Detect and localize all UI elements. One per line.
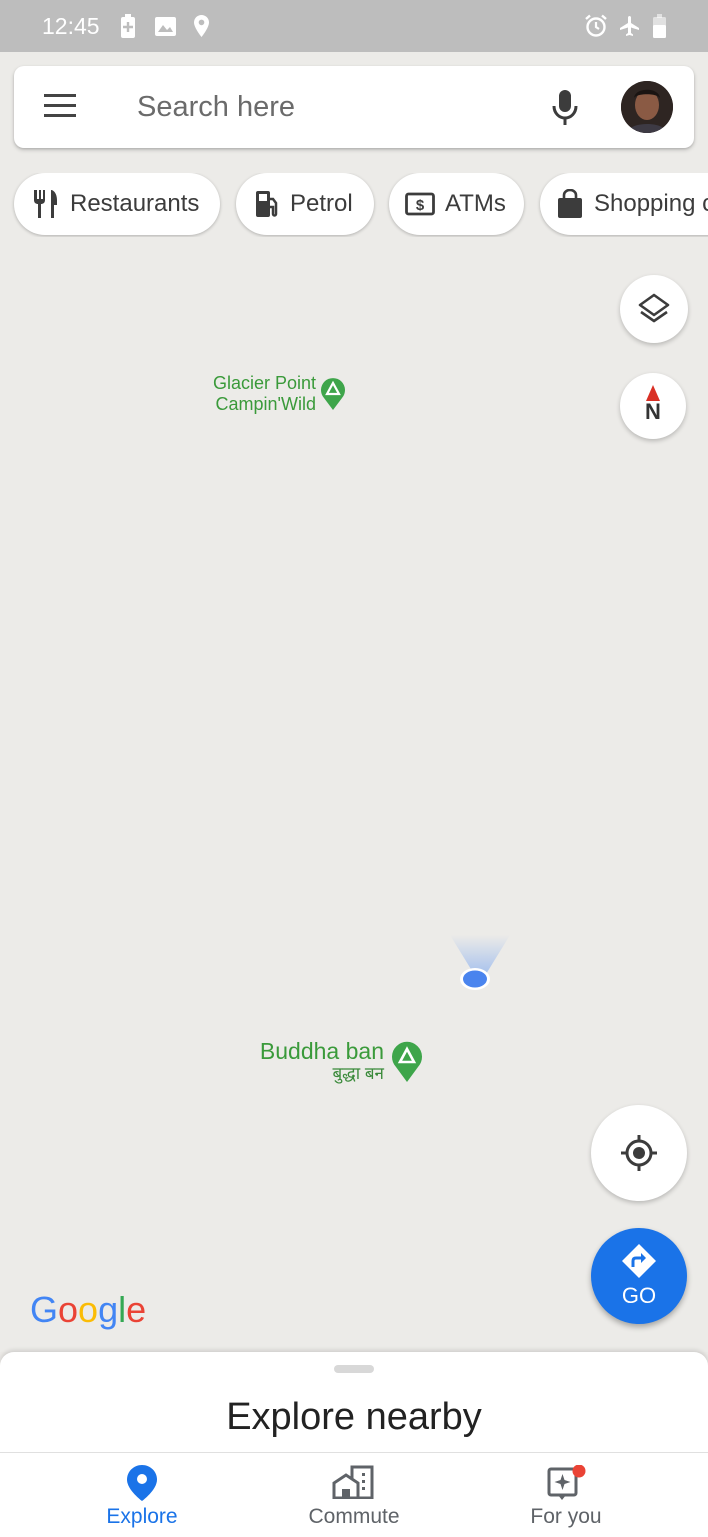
go-button[interactable]: GO	[591, 1228, 687, 1324]
mic-icon[interactable]	[548, 88, 582, 128]
sheet-handle[interactable]	[334, 1365, 374, 1373]
chip-label: Petrol	[290, 190, 353, 217]
tab-explore[interactable]: Explore	[24, 1453, 260, 1537]
chip-label: Restaurants	[70, 190, 200, 217]
account-avatar[interactable]	[621, 81, 673, 133]
location-icon	[193, 13, 209, 39]
chip-restaurants[interactable]: Restaurants	[14, 173, 220, 235]
chip-label: Shopping centres	[594, 190, 708, 217]
compass-button[interactable]: N	[620, 373, 686, 439]
tab-label: For you	[530, 1505, 602, 1528]
menu-icon[interactable]	[42, 92, 78, 122]
category-chips: Restaurants Petrol $ ATMs Shopping centr…	[0, 173, 708, 237]
place-glacier-point[interactable]: Glacier Point Campin'Wild	[160, 373, 316, 414]
commute-icon	[236, 1465, 472, 1501]
bottom-nav: Explore Commute For you	[0, 1452, 708, 1537]
chip-label: ATMs	[445, 190, 506, 217]
notification-badge	[572, 1465, 586, 1478]
tab-for-you[interactable]: For you	[448, 1453, 684, 1537]
compass-label: N	[645, 399, 661, 424]
atm-icon: $	[405, 192, 435, 216]
alarm-icon	[584, 13, 608, 39]
status-bar: 12:45	[0, 0, 708, 52]
airplane-icon	[618, 13, 642, 39]
battery-saver-icon	[120, 13, 136, 39]
google-logo: Google	[30, 1289, 147, 1330]
my-location-button[interactable]	[591, 1105, 687, 1201]
current-location-marker	[445, 935, 515, 1002]
place-name: Buddha ban	[259, 1038, 384, 1064]
tab-label: Explore	[106, 1505, 178, 1528]
place-name-secondary: Campin'Wild	[215, 393, 316, 414]
chip-atms[interactable]: $ ATMs	[389, 173, 524, 235]
explore-sheet[interactable]: Explore nearby	[0, 1352, 708, 1452]
explore-pin-icon	[24, 1465, 260, 1501]
my-location-icon	[621, 1135, 657, 1171]
status-time: 12:45	[42, 13, 100, 39]
layers-icon	[638, 293, 670, 323]
svg-text:$: $	[416, 197, 425, 214]
go-label: GO	[621, 1283, 657, 1308]
tab-label: Commute	[308, 1505, 400, 1528]
place-buddha-ban[interactable]: Buddha ban बुद्धा बन	[230, 1038, 384, 1084]
chip-shopping[interactable]: Shopping centres	[540, 173, 708, 235]
place-name-secondary: बुद्धा बन	[332, 1064, 384, 1084]
battery-icon	[652, 13, 666, 39]
restaurant-icon	[34, 190, 57, 218]
shopping-bag-icon	[558, 189, 582, 218]
sheet-title: Explore nearby	[226, 1396, 482, 1438]
directions-icon	[622, 1244, 656, 1278]
for-you-icon	[448, 1465, 684, 1501]
campground-icon[interactable]	[320, 376, 346, 415]
image-icon	[154, 13, 176, 39]
campground-icon[interactable]	[391, 1040, 423, 1087]
place-name: Glacier Point	[212, 373, 316, 393]
layers-button[interactable]	[620, 275, 688, 343]
tab-commute[interactable]: Commute	[236, 1453, 472, 1537]
fuel-icon	[256, 191, 278, 217]
chip-petrol[interactable]: Petrol	[236, 173, 374, 235]
search-bar[interactable]: Search here	[14, 66, 694, 148]
search-input[interactable]: Search here	[137, 91, 295, 124]
